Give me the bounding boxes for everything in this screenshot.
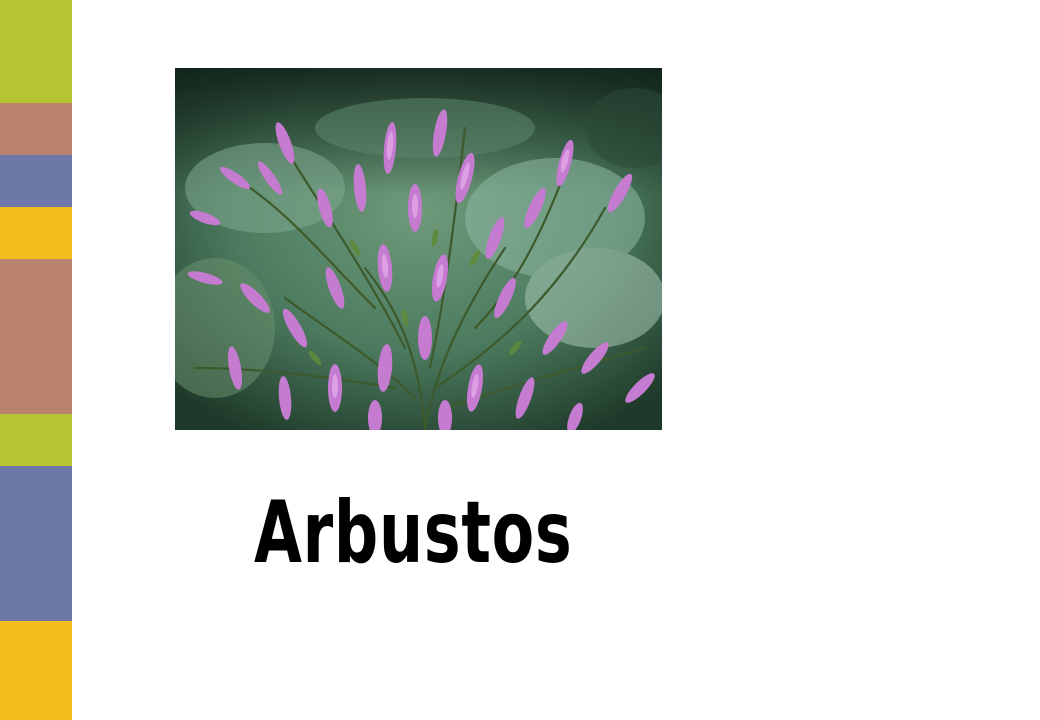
- color-block-yellow: [0, 207, 72, 259]
- color-block-green: [0, 0, 72, 103]
- slide: Arbustos: [0, 0, 1040, 720]
- slide-title: Arbustos: [254, 483, 573, 583]
- color-block-blue-large: [0, 466, 72, 621]
- color-block-salmon: [0, 103, 72, 155]
- heather-shrub-photo: [175, 68, 662, 430]
- color-block-blue: [0, 155, 72, 207]
- color-block-salmon-large: [0, 259, 72, 414]
- decorative-color-bar: [0, 0, 72, 720]
- color-block-green-small: [0, 414, 72, 466]
- color-block-yellow-bottom: [0, 621, 72, 720]
